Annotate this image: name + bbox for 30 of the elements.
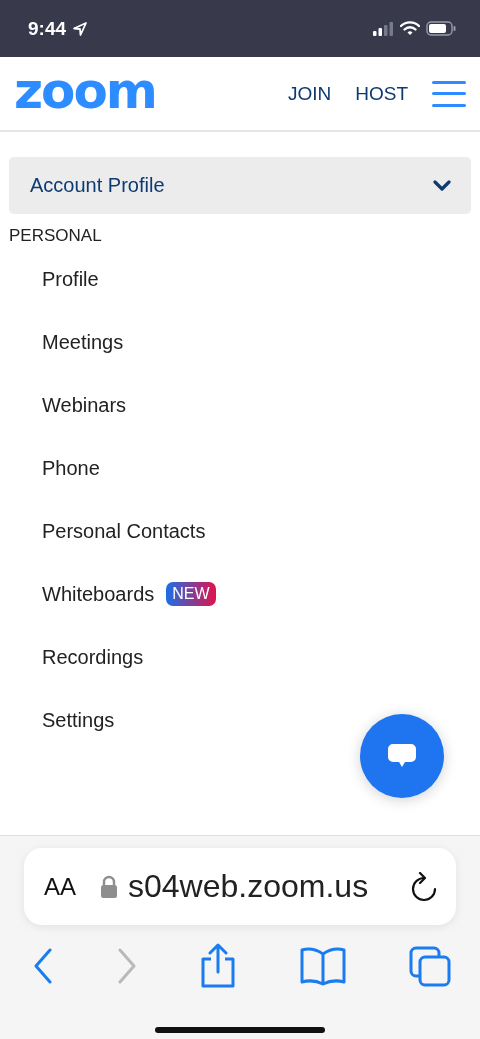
menu-icon[interactable]	[432, 80, 466, 107]
menu-item[interactable]: Personal Contacts	[42, 520, 206, 543]
reload-icon[interactable]	[410, 871, 438, 902]
tabs-icon[interactable]	[408, 945, 452, 987]
url-text: s04web.zoom.us	[128, 868, 370, 905]
battery-icon	[426, 21, 456, 36]
wifi-icon	[400, 21, 420, 36]
menu-item[interactable]: Webinars	[42, 394, 127, 417]
account-dropdown[interactable]: Account Profile	[9, 157, 471, 214]
time: 9:44	[28, 17, 67, 40]
nav-link[interactable]: JOIN	[287, 82, 332, 105]
menu-item[interactable]: Phone	[42, 457, 100, 480]
menu-item[interactable]: Profile	[42, 268, 99, 291]
section-heading: PERSONAL	[9, 226, 103, 246]
text-size-button[interactable]: AA	[44, 872, 76, 901]
lock-icon	[100, 874, 118, 899]
address-bar[interactable]: AA s04web.zoom.us	[24, 848, 456, 925]
chat-button[interactable]	[360, 714, 444, 798]
bookmarks-icon[interactable]	[298, 946, 347, 986]
share-icon[interactable]	[199, 943, 237, 989]
new-badge: NEW	[166, 582, 216, 606]
chevron-icon	[433, 179, 451, 192]
menu-item[interactable]: Settings	[42, 709, 115, 732]
menu-item[interactable]: Recordings	[42, 646, 144, 669]
nav-link[interactable]: HOST	[355, 82, 408, 105]
location-arrow-icon	[72, 20, 89, 37]
back-icon[interactable]	[32, 948, 54, 984]
menu-item[interactable]: Meetings	[42, 331, 124, 354]
signal-icon	[372, 21, 394, 36]
menu-item[interactable]: Whiteboards	[42, 583, 155, 606]
